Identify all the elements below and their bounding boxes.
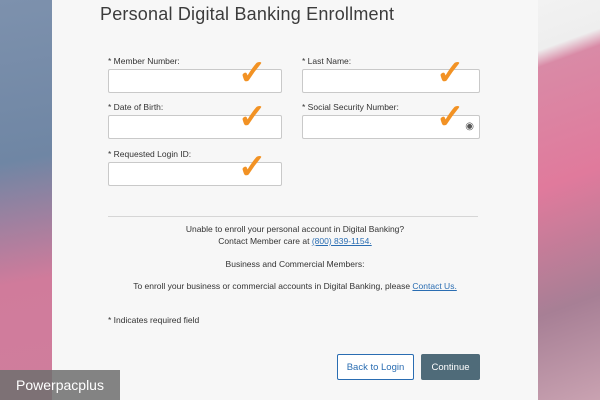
checkmark-icon: ✓ — [436, 98, 465, 136]
business-heading: Business and Commercial Members: — [225, 259, 365, 269]
help-line-1: Unable to enroll your personal account i… — [185, 224, 405, 234]
watermark-label: Powerpacplus — [0, 370, 120, 400]
enrollment-card: Personal Digital Banking Enrollment * Me… — [52, 0, 538, 400]
help-line-2: Contact Member care at (800) 839-1154. — [52, 236, 538, 246]
background-left — [0, 0, 52, 400]
contact-us-link[interactable]: Contact Us. — [412, 281, 456, 291]
page-title: Personal Digital Banking Enrollment — [100, 4, 395, 24]
checkmark-icon: ✓ — [238, 98, 267, 136]
checkmark-icon: ✓ — [436, 54, 465, 92]
eye-icon[interactable]: ◉ — [465, 121, 474, 132]
back-to-login-button[interactable]: Back to Login — [337, 354, 414, 380]
business-line: To enroll your business or commercial ac… — [52, 281, 538, 291]
required-field-note: * Indicates required field — [108, 315, 200, 325]
divider — [108, 216, 478, 217]
background-right — [538, 0, 600, 400]
help-contact-prefix: Contact Member care at — [218, 236, 312, 246]
checkmark-icon: ✓ — [238, 54, 267, 92]
continue-button[interactable]: Continue — [421, 354, 480, 380]
checkmark-icon: ✓ — [238, 148, 267, 186]
business-prefix: To enroll your business or commercial ac… — [133, 281, 413, 291]
phone-link[interactable]: (800) 839-1154. — [312, 236, 372, 246]
